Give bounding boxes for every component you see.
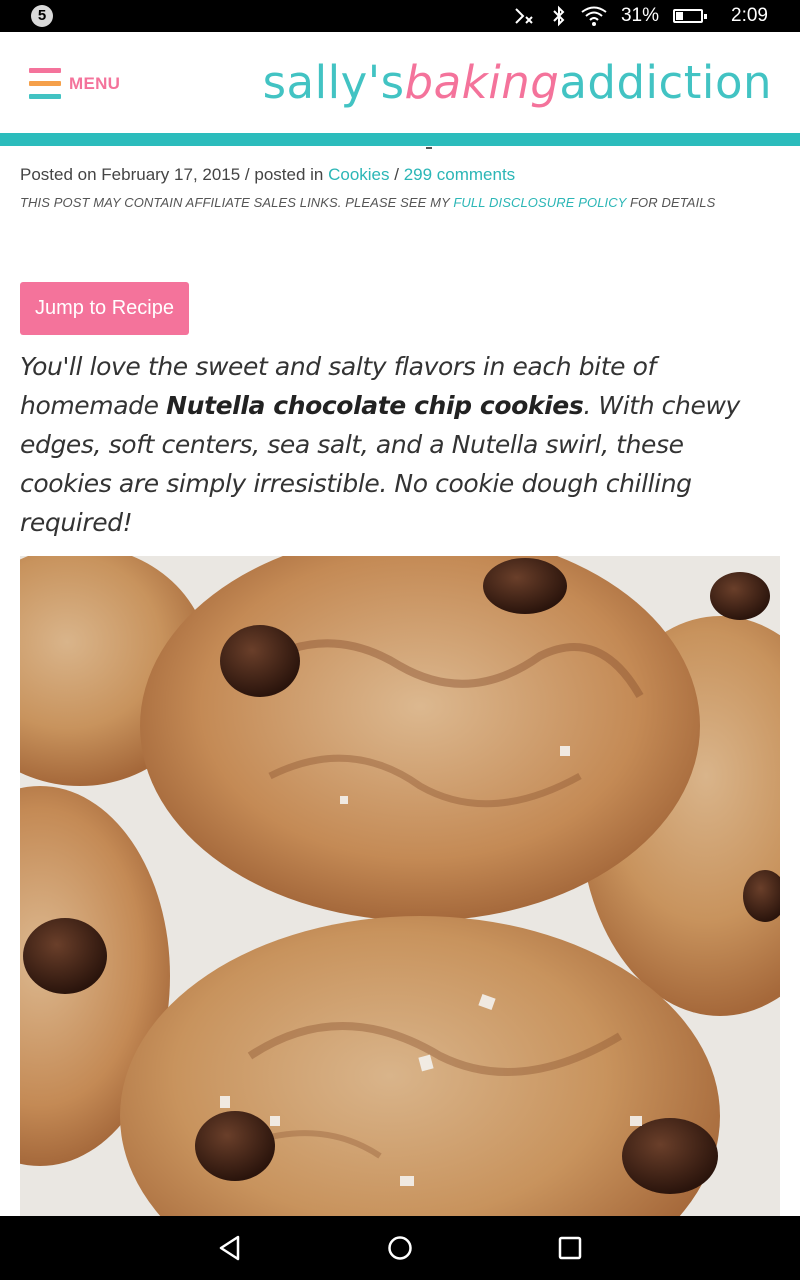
navigation-bar — [0, 1216, 800, 1280]
battery-percent: 31% — [620, 5, 660, 26]
status-bar: 5 31% 2:09 — [0, 0, 800, 32]
header-divider — [0, 133, 800, 146]
post-meta: Posted on February 17, 2015 / posted in … — [20, 165, 515, 185]
site-header: MENU sally'sbakingaddiction — [0, 32, 800, 133]
recents-icon[interactable] — [554, 1232, 586, 1264]
bluetooth-muted-icon — [513, 5, 537, 27]
logo-part-sallys: sally's — [262, 56, 405, 109]
logo-part-baking: baking — [404, 56, 560, 109]
meta-separator: / — [389, 165, 404, 184]
clock: 2:09 — [731, 5, 768, 26]
hamburger-icon — [29, 68, 61, 100]
menu-label: MENU — [69, 74, 121, 93]
bluetooth-icon — [551, 5, 567, 27]
jump-to-recipe-button[interactable]: Jump to Recipe — [20, 282, 189, 335]
intro-paragraph: You'll love the sweet and salty flavors … — [20, 347, 780, 542]
category-link[interactable]: Cookies — [328, 165, 389, 184]
battery-fill — [676, 12, 684, 20]
disclosure-policy-link[interactable]: FULL DISCLOSURE POLICY — [453, 195, 626, 210]
intro-bold-text: Nutella chocolate chip cookies — [166, 391, 584, 420]
back-icon[interactable] — [214, 1232, 246, 1264]
cookie-photo — [20, 556, 780, 1216]
notification-badge: 5 — [31, 5, 53, 27]
logo-part-addiction: addiction — [559, 56, 772, 109]
divider-tick — [426, 147, 432, 149]
disclosure-text: THIS POST MAY CONTAIN AFFILIATE SALES LI… — [20, 195, 454, 210]
home-icon[interactable] — [384, 1232, 416, 1264]
status-icons: 31% 2:09 — [513, 0, 768, 32]
posted-date-text: Posted on February 17, 2015 / posted in — [20, 165, 329, 184]
affiliate-disclosure: THIS POST MAY CONTAIN AFFILIATE SALES LI… — [20, 195, 715, 210]
menu-button[interactable]: MENU — [29, 68, 120, 100]
site-logo[interactable]: sally'sbakingaddiction — [263, 56, 772, 109]
wifi-icon — [581, 6, 607, 26]
comments-link[interactable]: 299 comments — [404, 165, 516, 184]
disclosure-suffix: FOR DETAILS — [626, 195, 716, 210]
battery-icon — [673, 9, 708, 23]
